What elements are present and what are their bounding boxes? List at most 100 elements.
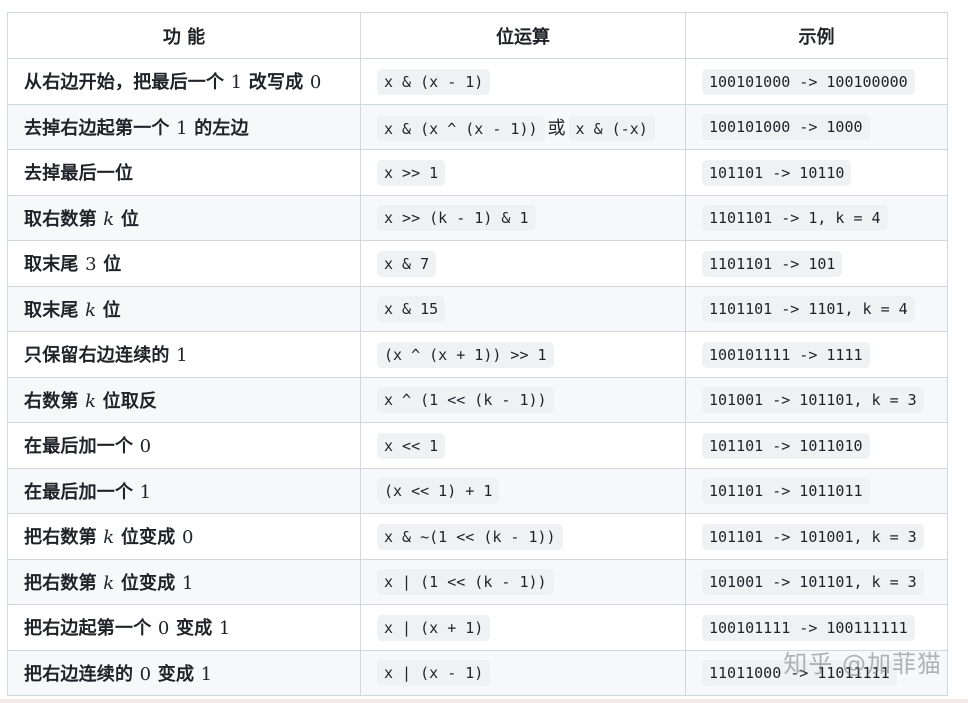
function-text: 把右边连续的: [24, 663, 140, 685]
function-cell: 把右数第 k 位变成 0: [7, 513, 361, 560]
function-text: 右数第: [24, 390, 86, 412]
function-text: 位取反: [96, 390, 158, 412]
function-text: 位: [96, 299, 121, 321]
function-text: 取末尾: [24, 299, 86, 321]
example-code: 100101000 -> 1000: [702, 114, 870, 141]
function-cell: 只保留右边连续的 1: [7, 331, 361, 378]
example-cell: 100101111 -> 100111111: [685, 604, 948, 651]
example-cell: 100101111 -> 1111: [685, 331, 948, 378]
math-symbol: k: [103, 572, 115, 594]
example-code: 11011000 -> 11011111: [702, 660, 897, 687]
function-cell: 去掉右边起第一个 1 的左边: [7, 103, 361, 150]
math-symbol: 0: [139, 436, 152, 458]
operation-cell: x >> 1: [360, 149, 686, 196]
math-symbol: 0: [139, 663, 152, 685]
operation-cell: x | (x - 1): [360, 649, 686, 696]
function-text: 去掉最后一位: [24, 163, 134, 185]
function-cell: 在最后加一个 1: [7, 467, 361, 514]
function-text: 把右数第: [24, 572, 104, 594]
table-row: 右数第 k 位取反 x ^ (1 << (k - 1)) 101001 -> 101…: [7, 376, 948, 423]
math-symbol: k: [85, 299, 97, 321]
math-symbol: 3: [85, 254, 97, 276]
example-cell: 1101101 -> 1, k = 4: [685, 194, 948, 241]
operation-code: x & ~(1 << (k - 1)): [377, 523, 563, 550]
math-symbol: 1: [176, 345, 188, 367]
operation-cell: x & 7: [360, 240, 686, 287]
example-code: 1101101 -> 101: [702, 250, 843, 277]
operation-code: x << 1: [377, 432, 446, 459]
math-symbol: k: [103, 208, 115, 230]
operation-code: x & 15: [377, 296, 446, 323]
table-row: 把右边连续的 0 变成 1 x | (x - 1) 11011000 -> 1101…: [7, 649, 948, 696]
operation-code: (x << 1) + 1: [377, 478, 500, 505]
operation-code: x | (x + 1): [377, 614, 491, 641]
function-text: 的左边: [187, 117, 249, 139]
function-text: 改写成: [242, 72, 310, 94]
function-cell: 取右数第 k 位: [7, 194, 361, 241]
operation-cell: x | (x + 1): [360, 604, 686, 651]
example-cell: 101101 -> 101001, k = 3: [685, 513, 948, 560]
math-symbol: 1: [181, 572, 194, 594]
operation-code: x ^ (1 << (k - 1)): [377, 387, 554, 414]
operation-cell: x >> (k - 1) & 1: [360, 194, 686, 241]
table-row: 从右边开始，把最后一个 1 改写成 0 x & (x - 1) 100101000 …: [7, 58, 948, 105]
function-text: 位: [114, 208, 140, 230]
table-row: 只保留右边连续的 1 (x ^ (x + 1)) >> 1 100101111 ->…: [7, 331, 948, 378]
operation-cell: x | (1 << (k - 1)): [360, 558, 686, 605]
operation-code: x & (x ^ (x - 1)): [377, 115, 545, 142]
function-cell: 去掉最后一位: [7, 149, 361, 196]
function-text: 取右数第: [24, 208, 104, 230]
example-code: 1101101 -> 1, k = 4: [702, 205, 888, 232]
math-symbol: k: [85, 390, 97, 412]
function-cell: 把右数第 k 位变成 1: [7, 558, 361, 605]
math-symbol: 0: [309, 72, 322, 94]
function-text: 从右边开始，把最后一个: [24, 72, 231, 94]
example-cell: 101001 -> 101101, k = 3: [685, 376, 948, 423]
header-bit-operation: 位运算: [360, 12, 686, 59]
example-code: 100101000 -> 100100000: [702, 68, 915, 95]
function-text: 在最后加一个: [24, 436, 140, 458]
table-header: 功 能 位运算 示例: [7, 12, 948, 59]
operation-cell: x & (x - 1): [360, 58, 686, 105]
operation-code: x & 7: [377, 250, 437, 277]
example-code: 100101111 -> 100111111: [702, 614, 915, 641]
example-code: 100101111 -> 1111: [702, 341, 870, 368]
example-cell: 101001 -> 101101, k = 3: [685, 558, 948, 605]
example-cell: 1101101 -> 1101, k = 4: [685, 285, 948, 332]
math-symbol: 0: [181, 527, 194, 549]
example-code: 101101 -> 101001, k = 3: [702, 523, 924, 550]
header-example: 示例: [685, 12, 948, 59]
example-code: 1101101 -> 1101, k = 4: [702, 296, 915, 323]
example-code: 101001 -> 101101, k = 3: [702, 569, 924, 596]
function-cell: 把右边起第一个 0 变成 1: [7, 604, 361, 651]
operation-cell: x << 1: [360, 422, 686, 469]
table-row: 把右边起第一个 0 变成 1 x | (x + 1) 100101111 -> 10…: [7, 604, 948, 651]
example-cell: 101101 -> 10110: [685, 149, 948, 196]
example-cell: 101101 -> 1011010: [685, 422, 948, 469]
table-row: 在最后加一个 0 x << 1 101101 -> 1011010: [7, 422, 948, 469]
operation-cell: x ^ (1 << (k - 1)): [360, 376, 686, 423]
example-code: 101001 -> 101101, k = 3: [702, 387, 924, 414]
example-cell: 1101101 -> 101: [685, 240, 948, 287]
function-cell: 在最后加一个 0: [7, 422, 361, 469]
table-row: 在最后加一个 1 (x << 1) + 1 101101 -> 1011011: [7, 467, 948, 514]
table-row: 取末尾 k 位 x & 15 1101101 -> 1101, k = 4: [7, 285, 948, 332]
example-cell: 100101000 -> 1000: [685, 103, 948, 150]
example-code: 101101 -> 1011011: [702, 478, 870, 505]
example-cell: 101101 -> 1011011: [685, 467, 948, 514]
math-symbol: 1: [139, 481, 152, 503]
function-cell: 从右边开始，把最后一个 1 改写成 0: [7, 58, 361, 105]
function-text: 位: [96, 254, 122, 276]
header-function: 功 能: [7, 12, 361, 59]
operation-code: (x ^ (x + 1)) >> 1: [377, 341, 554, 368]
function-text: 只保留右边连续的: [24, 345, 177, 367]
example-cell: 100101000 -> 100100000: [685, 58, 948, 105]
function-cell: 取末尾 k 位: [7, 285, 361, 332]
math-symbol: 1: [230, 72, 243, 94]
math-symbol: 1: [218, 618, 231, 640]
function-text: 位变成: [114, 527, 182, 549]
math-symbol: k: [103, 527, 115, 549]
or-separator: 或: [547, 117, 566, 139]
function-text: 在最后加一个: [24, 481, 140, 503]
operation-cell: x & 15: [360, 285, 686, 332]
